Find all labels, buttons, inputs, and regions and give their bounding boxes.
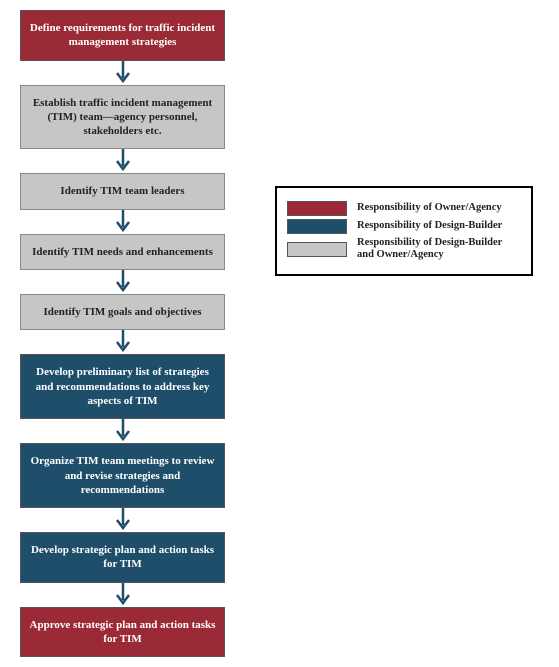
arrow-down-icon xyxy=(113,210,133,234)
step-establish-tim-team: Establish traffic incident management (T… xyxy=(20,85,225,150)
arrow-down-icon xyxy=(113,583,133,607)
step-identify-needs: Identify TIM needs and enhancements xyxy=(20,234,225,270)
step-label: Define requirements for traffic incident… xyxy=(30,22,215,48)
legend: Responsibility of Owner/Agency Responsib… xyxy=(275,186,533,276)
step-identify-leaders: Identify TIM team leaders xyxy=(20,173,225,209)
arrow-down-icon xyxy=(113,270,133,294)
step-define-requirements: Define requirements for traffic incident… xyxy=(20,10,225,61)
step-label: Approve strategic plan and action tasks … xyxy=(30,619,216,645)
step-label: Develop strategic plan and action tasks … xyxy=(31,544,214,570)
arrow-down-icon xyxy=(113,330,133,354)
legend-swatch-owner xyxy=(287,201,347,216)
legend-row-owner: Responsibility of Owner/Agency xyxy=(287,201,521,216)
legend-swatch-shared xyxy=(287,242,347,257)
step-label: Identify TIM needs and enhancements xyxy=(32,246,213,258)
legend-row-design: Responsibility of Design-Builder xyxy=(287,219,521,234)
legend-swatch-design xyxy=(287,219,347,234)
arrow-down-icon xyxy=(113,149,133,173)
step-label: Identify TIM goals and objectives xyxy=(43,306,201,318)
step-approve-plan: Approve strategic plan and action tasks … xyxy=(20,607,225,658)
step-label: Establish traffic incident management (T… xyxy=(33,97,212,138)
step-label: Organize TIM team meetings to review and… xyxy=(31,455,215,496)
legend-label: Responsibility of Design-Builder and Own… xyxy=(357,237,521,261)
step-develop-strategic-plan: Develop strategic plan and action tasks … xyxy=(20,532,225,583)
arrow-down-icon xyxy=(113,61,133,85)
flowchart: Define requirements for traffic incident… xyxy=(15,10,230,657)
arrow-down-icon xyxy=(113,419,133,443)
step-identify-goals: Identify TIM goals and objectives xyxy=(20,294,225,330)
legend-label: Responsibility of Owner/Agency xyxy=(357,202,502,214)
step-label: Develop preliminary list of strategies a… xyxy=(36,366,210,407)
step-organize-meetings: Organize TIM team meetings to review and… xyxy=(20,443,225,508)
arrow-down-icon xyxy=(113,508,133,532)
step-develop-preliminary-list: Develop preliminary list of strategies a… xyxy=(20,354,225,419)
legend-row-shared: Responsibility of Design-Builder and Own… xyxy=(287,237,521,261)
legend-label: Responsibility of Design-Builder xyxy=(357,220,502,232)
step-label: Identify TIM team leaders xyxy=(60,185,184,197)
